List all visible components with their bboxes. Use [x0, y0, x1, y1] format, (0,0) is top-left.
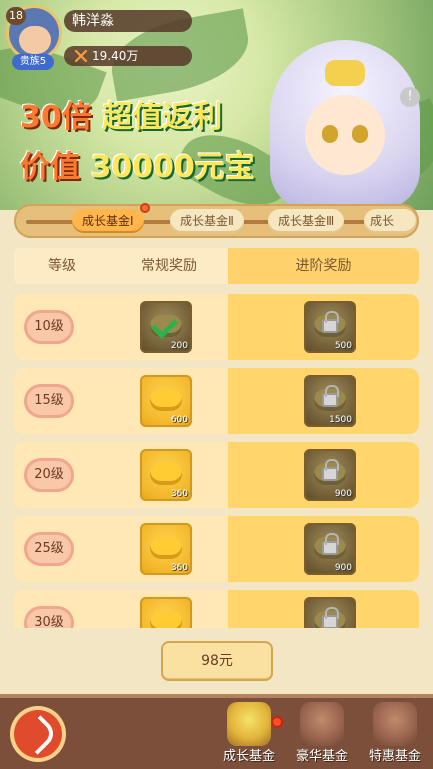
claimed-check-icon [150, 311, 178, 339]
normal-reward-item[interactable] [140, 597, 192, 628]
vip-badge: 贵族5 [12, 54, 54, 70]
table-row: 30级 [14, 590, 419, 628]
row-level-badge: 25级 [24, 532, 74, 566]
row-level-badge: 10级 [24, 310, 74, 344]
advanced-reward-item[interactable] [304, 597, 356, 628]
row-level-badge: 15级 [24, 384, 74, 418]
tab-growth-fund-4[interactable]: 成长 [364, 209, 416, 233]
lock-icon [322, 533, 339, 555]
row-level-badge: 30级 [24, 606, 74, 628]
lock-icon [322, 385, 339, 407]
game-screen: { "player": { "level": "18", "name": "韩洋… [0, 0, 433, 769]
promo-line-1: 30倍 超值返利 [20, 100, 223, 135]
normal-reward-item[interactable]: 360 [140, 523, 192, 575]
player-name: 韩洋淼 [64, 10, 192, 32]
normal-reward-item[interactable]: 600 [140, 375, 192, 427]
promo-line-2: 价值 30000元宝 [20, 150, 255, 185]
hero-character [270, 40, 420, 210]
trophy-icon [227, 702, 271, 746]
rewards-table: 等级 常规奖励 进阶奖励 [14, 248, 419, 284]
normal-reward-item[interactable]: 360 [140, 449, 192, 501]
table-row: 25级 360 900 [14, 516, 419, 582]
back-button[interactable] [10, 706, 66, 762]
treasure-icon [300, 702, 344, 746]
player-level-badge: 18 [6, 7, 26, 25]
tab-growth-fund-3[interactable]: 成长基金Ⅲ [268, 209, 345, 233]
lock-icon [322, 459, 339, 481]
advanced-reward-item[interactable]: 1500 [304, 375, 356, 427]
table-row: 15级 600 1500 [14, 368, 419, 434]
header-normal-reward: 常规奖励 [141, 258, 197, 274]
rewards-header: 等级 常规奖励 进阶奖励 [14, 248, 419, 284]
lock-icon [322, 311, 339, 333]
nav-notification-dot [271, 716, 283, 728]
tab-growth-fund-1[interactable]: 成长基金Ⅰ [72, 209, 144, 233]
table-row: 10级 200 500 [14, 294, 419, 360]
treasure-icon [373, 702, 417, 746]
normal-reward-item[interactable]: 200 [140, 301, 192, 353]
tab-notification-dot [140, 203, 150, 213]
purchase-button[interactable]: 98元 [161, 641, 273, 681]
tab-growth-fund-2[interactable]: 成长基金Ⅱ [170, 209, 244, 233]
rewards-list[interactable]: 10级 200 500 15级 600 1500 20级 360 900 25级… [14, 294, 419, 628]
nav-luxury-fund[interactable]: 豪华基金 [286, 698, 358, 768]
advanced-reward-item[interactable]: 900 [304, 449, 356, 501]
row-level-badge: 20级 [24, 458, 74, 492]
advanced-reward-item[interactable]: 500 [304, 301, 356, 353]
info-button[interactable]: ! [400, 87, 420, 107]
table-row: 20级 360 900 [14, 442, 419, 508]
back-arrow-icon [19, 715, 59, 755]
power-swords-icon [74, 49, 88, 63]
lock-icon [322, 607, 339, 628]
nav-growth-fund[interactable]: 成长基金 [213, 698, 285, 768]
header-advanced-reward: 进阶奖励 [295, 258, 352, 274]
nav-special-fund[interactable]: 特惠基金 [359, 698, 431, 768]
advanced-reward-item[interactable]: 900 [304, 523, 356, 575]
header-level: 等级 [48, 258, 76, 274]
